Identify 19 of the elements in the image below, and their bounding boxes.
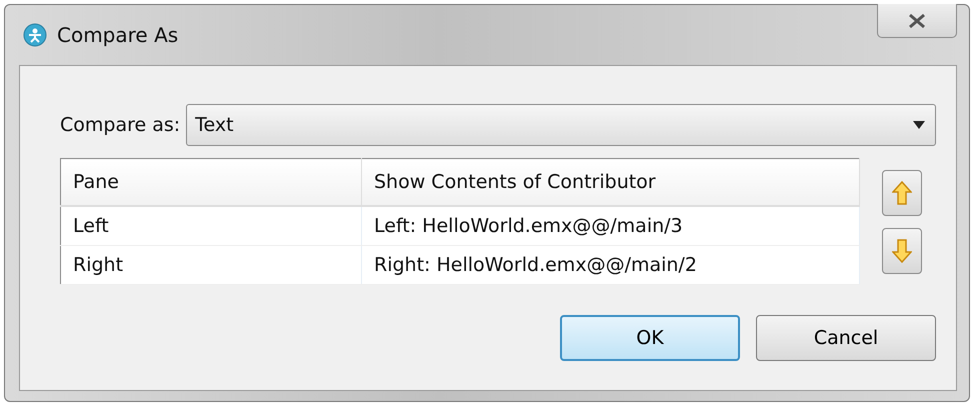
ok-button[interactable]: OK	[560, 315, 740, 361]
column-header[interactable]: Pane	[60, 158, 362, 206]
table-cell: Right: HelloWorld.emx@@/main/2	[362, 246, 860, 284]
move-up-button[interactable]	[882, 170, 922, 216]
down-arrow-icon	[892, 239, 912, 263]
app-icon	[23, 23, 47, 47]
up-arrow-icon	[892, 181, 912, 205]
move-down-button[interactable]	[882, 228, 922, 274]
column-header[interactable]: Show Contents of Contributor	[362, 158, 860, 206]
close-icon	[907, 12, 927, 28]
table-cell: Left: HelloWorld.emx@@/main/3	[362, 206, 860, 246]
compare-as-dropdown[interactable]: Text	[186, 104, 936, 146]
close-button[interactable]	[877, 4, 957, 38]
table-cell: Right	[60, 246, 362, 284]
table-cell: Left	[60, 206, 362, 246]
window-title: Compare As	[57, 23, 178, 47]
dropdown-caret-icon	[913, 121, 925, 129]
compare-as-label: Compare as:	[60, 114, 180, 136]
cancel-button[interactable]: Cancel	[756, 315, 936, 361]
